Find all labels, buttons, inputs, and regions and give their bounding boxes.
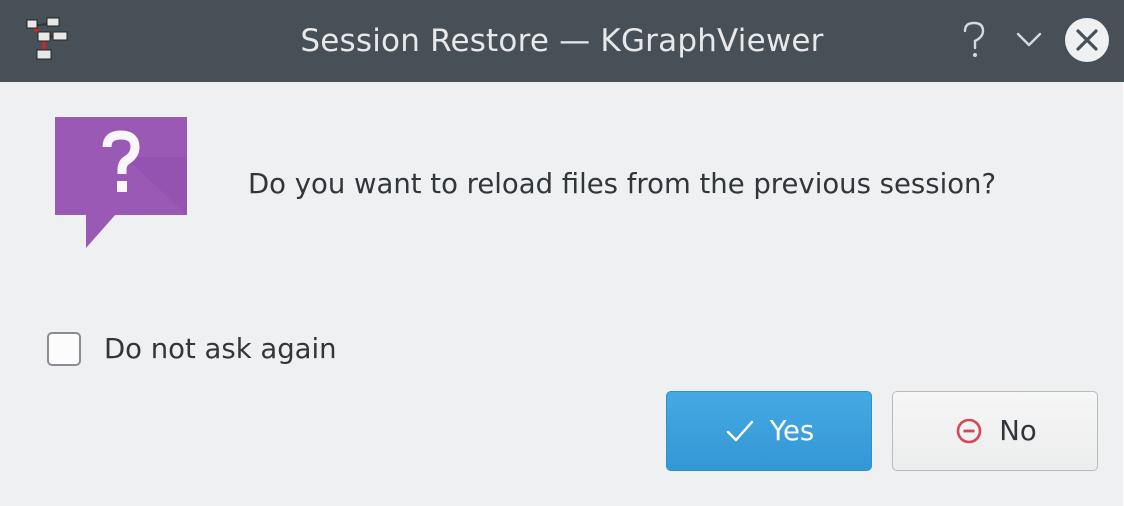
do-not-ask-again-label[interactable]: Do not ask again [104,333,337,365]
title-bar[interactable]: Session Restore — KGraphViewer [0,0,1124,82]
yes-button-label: Yes [769,415,815,447]
session-restore-dialog: Session Restore — KGraphViewer Do you wa… [0,0,1124,506]
no-button-label: No [999,415,1037,447]
question-bubble-icon [55,117,187,248]
checkmark-icon [726,420,753,442]
do-not-ask-again-row[interactable]: Do not ask again [47,329,337,369]
yes-button[interactable]: Yes [666,391,872,471]
close-icon[interactable] [1064,17,1110,63]
remove-circle-icon [956,418,982,444]
help-question-icon[interactable] [951,17,997,63]
do-not-ask-again-checkbox[interactable] [47,332,81,366]
no-button[interactable]: No [892,391,1098,471]
chevron-down-icon[interactable] [1006,17,1052,63]
dialog-message: Do you want to reload files from the pre… [248,168,997,200]
